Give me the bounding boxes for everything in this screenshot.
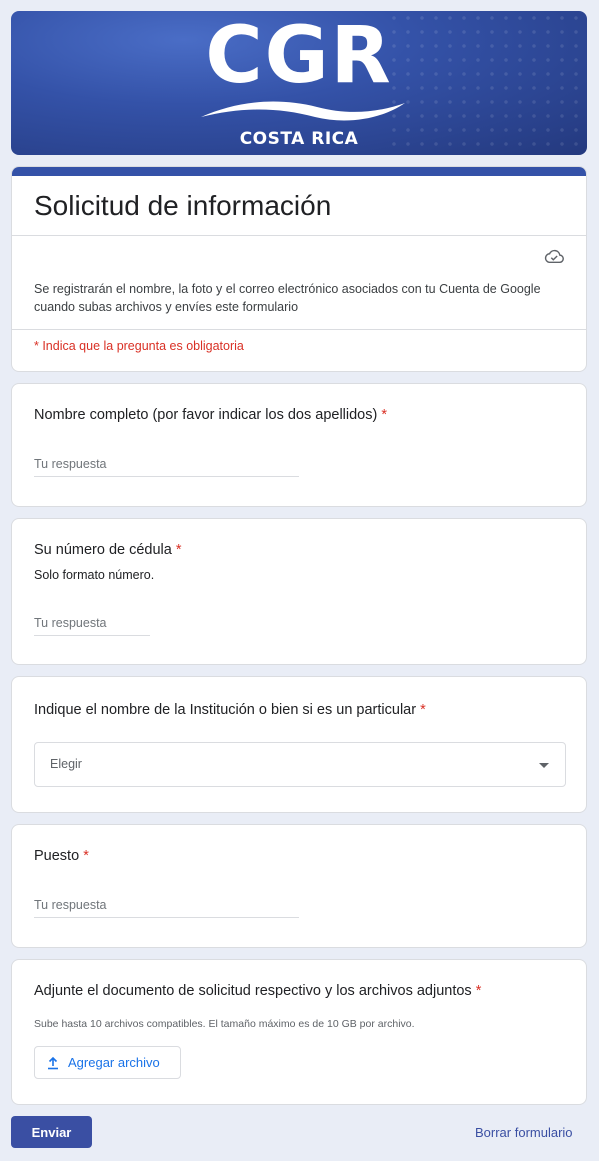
upload-hint: Sube hasta 10 archivos compatibles. El t…	[34, 1018, 415, 1030]
add-file-label: Agregar archivo	[68, 1055, 160, 1070]
caret-down-icon	[539, 763, 549, 768]
required-asterisk: *	[475, 983, 482, 999]
institucion-select[interactable]: Elegir	[34, 742, 566, 787]
required-asterisk: *	[175, 542, 182, 558]
accent-bar	[12, 167, 586, 176]
add-file-button[interactable]: Agregar archivo	[34, 1046, 181, 1079]
form-header-card: Solicitud de información Se registrarán …	[11, 166, 587, 372]
required-note: * Indica que la pregunta es obligatoria	[34, 339, 244, 353]
question-title: Indique el nombre de la Institución o bi…	[34, 702, 426, 718]
account-notice: Se registrarán el nombre, la foto y el c…	[34, 282, 541, 314]
submit-button[interactable]: Enviar	[11, 1116, 92, 1148]
form-title: Solicitud de información	[34, 190, 332, 221]
question-title: Puesto *	[34, 848, 89, 864]
wave-icon	[201, 101, 405, 121]
cloud-check-icon[interactable]	[543, 247, 565, 265]
cedula-input[interactable]	[34, 614, 150, 636]
question-card-institucion: Indique el nombre de la Institución o bi…	[11, 676, 587, 813]
question-card-cedula: Su número de cédula * Solo formato númer…	[11, 518, 587, 665]
header-banner: CGR COSTA RICA	[11, 11, 587, 155]
notice-divider	[12, 329, 586, 330]
question-title: Su número de cédula *	[34, 542, 182, 558]
question-title: Nombre completo (por favor indicar los d…	[34, 407, 388, 423]
select-value: Elegir	[50, 757, 82, 771]
logo-text: CGR	[205, 11, 393, 101]
nombre-input[interactable]	[34, 455, 299, 477]
clear-form-link[interactable]: Borrar formulario	[475, 1125, 573, 1140]
upload-icon	[48, 1056, 58, 1070]
puesto-input[interactable]	[34, 896, 299, 918]
question-card-adjuntos: Adjunte el documento de solicitud respec…	[11, 959, 587, 1105]
required-asterisk: *	[381, 407, 388, 423]
header-divider	[12, 235, 586, 236]
question-description: Solo formato número.	[34, 568, 155, 582]
required-asterisk: *	[83, 848, 89, 864]
question-card-puesto: Puesto *	[11, 824, 587, 948]
cgr-logo: CGR COSTA RICA	[11, 11, 587, 155]
required-asterisk: *	[420, 702, 426, 718]
question-title: Adjunte el documento de solicitud respec…	[34, 983, 482, 999]
question-card-nombre: Nombre completo (por favor indicar los d…	[11, 383, 587, 507]
logo-subtext: COSTA RICA	[239, 129, 359, 149]
